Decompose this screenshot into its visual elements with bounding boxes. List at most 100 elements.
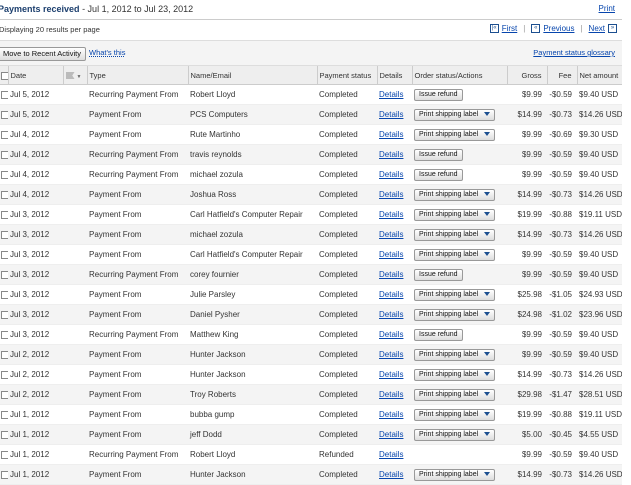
col-fee[interactable]: Fee [547,66,578,85]
issue-refund-button[interactable]: Issue refund [414,88,463,101]
row-checkbox[interactable] [1,350,8,359]
row-checkbox[interactable] [1,430,8,439]
row-checkbox[interactable] [1,310,8,319]
row-checkbox[interactable] [1,370,8,379]
row-select[interactable] [0,324,8,345]
print-shipping-label-dropdown[interactable]: Print shipping label [414,388,496,401]
move-to-recent-activity-button[interactable]: Move to Recent Activity [0,47,86,61]
issue-refund-button[interactable]: Issue refund [414,328,463,341]
details-link[interactable]: Details [379,330,403,339]
row-checkbox[interactable] [1,450,8,459]
row-select[interactable] [0,264,8,285]
print-shipping-label-dropdown[interactable]: Print shipping label [414,188,496,201]
row-checkbox[interactable] [1,270,8,279]
details-link[interactable]: Details [379,290,403,299]
col-date[interactable]: Date [8,66,64,85]
details-link[interactable]: Details [379,350,403,359]
print-shipping-label-dropdown[interactable]: Print shipping label [414,408,496,421]
print-shipping-label-dropdown[interactable]: Print shipping label [414,428,496,441]
select-all-checkbox[interactable] [1,71,7,80]
row-select[interactable] [0,124,8,145]
print-shipping-label-dropdown[interactable]: Print shipping label [414,248,496,261]
print-shipping-label-dropdown[interactable]: Print shipping label [414,228,496,241]
row-checkbox[interactable] [1,230,8,239]
row-select[interactable] [0,84,8,105]
row-select[interactable] [0,144,8,165]
details-link[interactable]: Details [379,370,403,379]
row-checkbox[interactable] [1,150,8,159]
row-select[interactable] [0,384,8,405]
row-select[interactable] [0,404,8,425]
row-checkbox[interactable] [1,110,8,119]
print-shipping-label-dropdown[interactable]: Print shipping label [414,348,496,361]
col-name-email[interactable]: Name/Email [188,66,318,85]
details-link[interactable]: Details [379,470,403,479]
print-shipping-label-dropdown[interactable]: Print shipping label [414,468,496,481]
col-flag[interactable]: ▼ [63,66,88,85]
row-select[interactable] [0,204,8,225]
first-page-link[interactable]: First [502,24,518,33]
print-shipping-label-dropdown[interactable]: Print shipping label [414,368,496,381]
col-type[interactable]: Type [87,66,189,85]
row-select[interactable] [0,104,8,125]
details-link[interactable]: Details [379,90,403,99]
row-select[interactable] [0,444,8,465]
details-link[interactable]: Details [379,450,403,459]
print-shipping-label-dropdown[interactable]: Print shipping label [414,128,496,141]
row-select[interactable] [0,344,8,365]
row-select[interactable] [0,184,8,205]
row-select[interactable] [0,364,8,385]
details-link[interactable]: Details [379,230,403,239]
row-checkbox[interactable] [1,390,8,399]
row-select[interactable] [0,424,8,445]
details-link[interactable]: Details [379,130,403,139]
row-select[interactable] [0,224,8,245]
print-shipping-label-dropdown[interactable]: Print shipping label [414,288,496,301]
details-link[interactable]: Details [379,390,403,399]
details-link[interactable]: Details [379,110,403,119]
details-link[interactable]: Details [379,250,403,259]
details-link[interactable]: Details [379,310,403,319]
whats-this-link[interactable]: What's this [89,48,125,57]
row-checkbox[interactable] [1,470,8,479]
details-link[interactable]: Details [379,150,403,159]
row-checkbox[interactable] [1,130,8,139]
print-shipping-label-dropdown[interactable]: Print shipping label [414,208,496,221]
details-link[interactable]: Details [379,170,403,179]
row-checkbox[interactable] [1,170,8,179]
previous-page-icon[interactable]: « [531,24,541,33]
row-select[interactable] [0,304,8,325]
row-select[interactable] [0,464,8,485]
row-checkbox[interactable] [1,210,8,219]
details-link[interactable]: Details [379,430,403,439]
details-link[interactable]: Details [379,270,403,279]
print-shipping-label-dropdown[interactable]: Print shipping label [414,308,496,321]
next-page-icon[interactable]: » [608,24,617,33]
row-checkbox[interactable] [1,250,8,259]
col-net-amount[interactable]: Net amount [577,66,623,85]
row-checkbox[interactable] [1,90,8,99]
details-link[interactable]: Details [379,190,403,199]
row-select[interactable] [0,244,8,265]
issue-refund-button[interactable]: Issue refund [414,268,463,281]
print-shipping-label-dropdown[interactable]: Print shipping label [414,108,496,121]
col-gross[interactable]: Gross [507,66,548,85]
details-link[interactable]: Details [379,210,403,219]
row-checkbox[interactable] [1,410,8,419]
row-select[interactable] [0,284,8,305]
next-page-link[interactable]: Next [589,24,605,33]
cell-gross: $9.99 [507,84,547,105]
col-payment-status[interactable]: Payment status [317,66,378,85]
issue-refund-button[interactable]: Issue refund [414,148,463,161]
issue-refund-button[interactable]: Issue refund [414,168,463,181]
previous-page-link[interactable]: Previous [543,24,574,33]
details-link[interactable]: Details [379,410,403,419]
select-all-header[interactable] [0,66,9,85]
row-checkbox[interactable] [1,190,8,199]
print-link[interactable]: Print [599,4,615,13]
payment-status-glossary-link[interactable]: Payment status glossary [533,48,615,57]
row-checkbox[interactable] [1,330,8,339]
first-page-icon[interactable]: |« [489,24,499,33]
row-select[interactable] [0,164,8,185]
row-checkbox[interactable] [1,290,8,299]
